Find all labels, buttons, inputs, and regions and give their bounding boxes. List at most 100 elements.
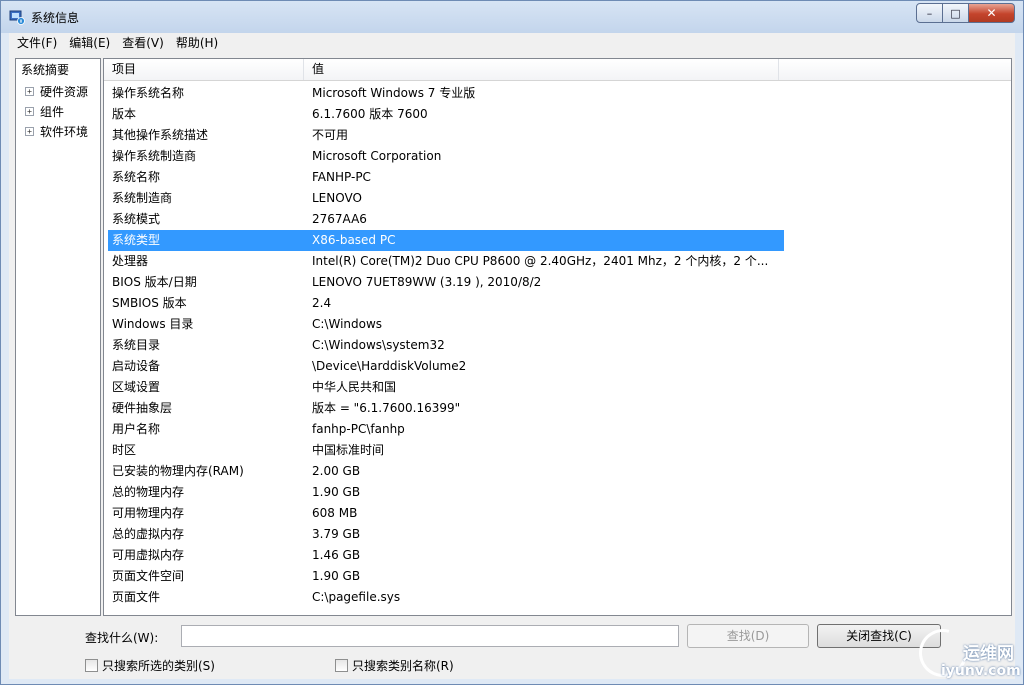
- row-value: \Device\HarddiskVolume2: [312, 359, 467, 373]
- row-item: 时区: [112, 443, 137, 457]
- row-value: 2.4: [312, 296, 332, 310]
- client-area: 系统摘要 + 硬件资源 + 组件 + 软件环境 项目 值 操作系统名称 Micro…: [9, 53, 1015, 679]
- table-row[interactable]: 时区 中国标准时间: [108, 440, 784, 461]
- table-row-selected[interactable]: 系统类型 X86-based PC: [108, 230, 784, 251]
- watermark-text: 运维网: [963, 644, 1014, 664]
- table-row[interactable]: 页面文件空间 1.90 GB: [108, 566, 784, 587]
- row-item: 系统模式: [112, 212, 161, 226]
- search-category-names-checkbox[interactable]: 只搜索类别名称(R): [335, 657, 454, 674]
- maximize-button[interactable]: □: [943, 3, 969, 23]
- table-row[interactable]: 系统目录 C:\Windows\system32: [108, 335, 784, 356]
- table-row[interactable]: 区域设置 中华人民共和国: [108, 377, 784, 398]
- table-row[interactable]: 已安装的物理内存(RAM) 2.00 GB: [108, 461, 784, 482]
- table-row[interactable]: 其他操作系统描述 不可用: [108, 125, 784, 146]
- column-header-empty: [779, 59, 1011, 80]
- menu-edit[interactable]: 编辑(E): [63, 34, 116, 52]
- row-value: LENOVO 7UET89WW (3.19 ), 2010/8/2: [312, 275, 542, 289]
- checkbox-box[interactable]: [85, 659, 98, 672]
- find-button[interactable]: 查找(D): [687, 624, 809, 648]
- row-value: 2.00 GB: [312, 464, 361, 478]
- row-value: Microsoft Windows 7 专业版: [312, 86, 476, 100]
- row-value: X86-based PC: [312, 233, 396, 247]
- tree-item-software-environment[interactable]: + 软件环境: [16, 121, 100, 141]
- table-row[interactable]: 系统名称 FANHP-PC: [108, 167, 784, 188]
- minimize-button[interactable]: –: [916, 3, 943, 23]
- table-row[interactable]: 总的虚拟内存 3.79 GB: [108, 524, 784, 545]
- tree-item-label: 硬件资源: [40, 84, 89, 99]
- list-header: 项目 值: [104, 59, 1011, 81]
- table-row[interactable]: Windows 目录 C:\Windows: [108, 314, 784, 335]
- find-input[interactable]: [181, 625, 679, 647]
- table-row[interactable]: 可用虚拟内存 1.46 GB: [108, 545, 784, 566]
- row-item: Windows 目录: [112, 317, 194, 331]
- details-list[interactable]: 项目 值 操作系统名称 Microsoft Windows 7 专业版版本 6.1.…: [103, 58, 1012, 616]
- expand-icon[interactable]: +: [25, 86, 34, 96]
- row-item: 操作系统名称: [112, 86, 185, 100]
- tree-item-label: 组件: [40, 104, 65, 119]
- table-row[interactable]: 系统制造商 LENOVO: [108, 188, 784, 209]
- row-value: C:\Windows: [312, 317, 383, 331]
- table-row[interactable]: 操作系统制造商 Microsoft Corporation: [108, 146, 784, 167]
- tree-item-components[interactable]: + 组件: [16, 101, 100, 121]
- row-item: 系统目录: [112, 338, 161, 352]
- row-value: Intel(R) Core(TM)2 Duo CPU P8600 @ 2.40G…: [312, 254, 769, 268]
- window-controls: – □ ✕: [916, 3, 1015, 23]
- row-value: 6.1.7600 版本 7600: [312, 107, 428, 121]
- table-row[interactable]: 页面文件 C:\pagefile.sys: [108, 587, 784, 608]
- table-row[interactable]: 操作系统名称 Microsoft Windows 7 专业版: [108, 83, 784, 104]
- row-value: Microsoft Corporation: [312, 149, 442, 163]
- table-row[interactable]: SMBIOS 版本 2.4: [108, 293, 784, 314]
- table-row[interactable]: 系统模式 2767AA6: [108, 209, 784, 230]
- row-item: 操作系统制造商: [112, 149, 197, 163]
- checkbox-box[interactable]: [335, 659, 348, 672]
- expand-icon[interactable]: +: [25, 106, 34, 116]
- row-value: C:\pagefile.sys: [312, 590, 401, 604]
- category-tree[interactable]: 系统摘要 + 硬件资源 + 组件 + 软件环境: [15, 58, 101, 616]
- row-value: FANHP-PC: [312, 170, 371, 184]
- list-rows: 操作系统名称 Microsoft Windows 7 专业版版本 6.1.7600 …: [104, 83, 784, 608]
- column-header-item[interactable]: 项目: [104, 59, 304, 80]
- expand-icon[interactable]: +: [25, 126, 34, 136]
- menu-view[interactable]: 查看(V): [116, 34, 170, 52]
- tree-item-system-summary[interactable]: 系统摘要: [16, 61, 100, 81]
- row-item: 可用物理内存: [112, 506, 185, 520]
- row-value: 版本 = "6.1.7600.16399": [312, 401, 461, 415]
- table-row[interactable]: 启动设备 \Device\HarddiskVolume2: [108, 356, 784, 377]
- tree-item-hardware-resources[interactable]: + 硬件资源: [16, 81, 100, 101]
- system-info-icon: [9, 10, 25, 25]
- row-value: 中国标准时间: [312, 443, 385, 457]
- row-item: 总的物理内存: [112, 485, 185, 499]
- row-item: 处理器: [112, 254, 149, 268]
- row-value: 1.90 GB: [312, 485, 361, 499]
- find-what-label: 查找什么(W):: [85, 631, 159, 645]
- search-selected-category-checkbox[interactable]: 只搜索所选的类别(S): [85, 657, 215, 674]
- table-row[interactable]: 总的物理内存 1.90 GB: [108, 482, 784, 503]
- row-item: 版本: [112, 107, 137, 121]
- title-bar[interactable]: 系统信息 – □ ✕: [1, 1, 1023, 33]
- row-item: 用户名称: [112, 422, 161, 436]
- row-item: 启动设备: [112, 359, 161, 373]
- table-row[interactable]: 可用物理内存 608 MB: [108, 503, 784, 524]
- row-item: 页面文件空间: [112, 569, 185, 583]
- row-value: 608 MB: [312, 506, 358, 520]
- table-row[interactable]: BIOS 版本/日期 LENOVO 7UET89WW (3.19 ), 2010/…: [108, 272, 784, 293]
- row-item: 系统名称: [112, 170, 161, 184]
- table-row[interactable]: 版本 6.1.7600 版本 7600: [108, 104, 784, 125]
- row-value: 2767AA6: [312, 212, 367, 226]
- row-item: 其他操作系统描述: [112, 128, 209, 142]
- menu-file[interactable]: 文件(F): [11, 34, 63, 52]
- row-item: 总的虚拟内存: [112, 527, 185, 541]
- row-item: 区域设置: [112, 380, 161, 394]
- column-header-value[interactable]: 值: [304, 59, 779, 80]
- tree-item-label: 软件环境: [40, 124, 89, 139]
- menu-help[interactable]: 帮助(H): [170, 34, 224, 52]
- row-value: 1.46 GB: [312, 548, 361, 562]
- row-value: C:\Windows\system32: [312, 338, 445, 352]
- close-button[interactable]: ✕: [969, 3, 1015, 23]
- table-row[interactable]: 硬件抽象层 版本 = "6.1.7600.16399": [108, 398, 784, 419]
- row-item: 已安装的物理内存(RAM): [112, 464, 244, 478]
- table-row[interactable]: 用户名称 fanhp-PC\fanhp: [108, 419, 784, 440]
- table-row[interactable]: 处理器 Intel(R) Core(TM)2 Duo CPU P8600 @ 2.…: [108, 251, 784, 272]
- row-value: 不可用: [312, 128, 349, 142]
- row-item: 页面文件: [112, 590, 161, 604]
